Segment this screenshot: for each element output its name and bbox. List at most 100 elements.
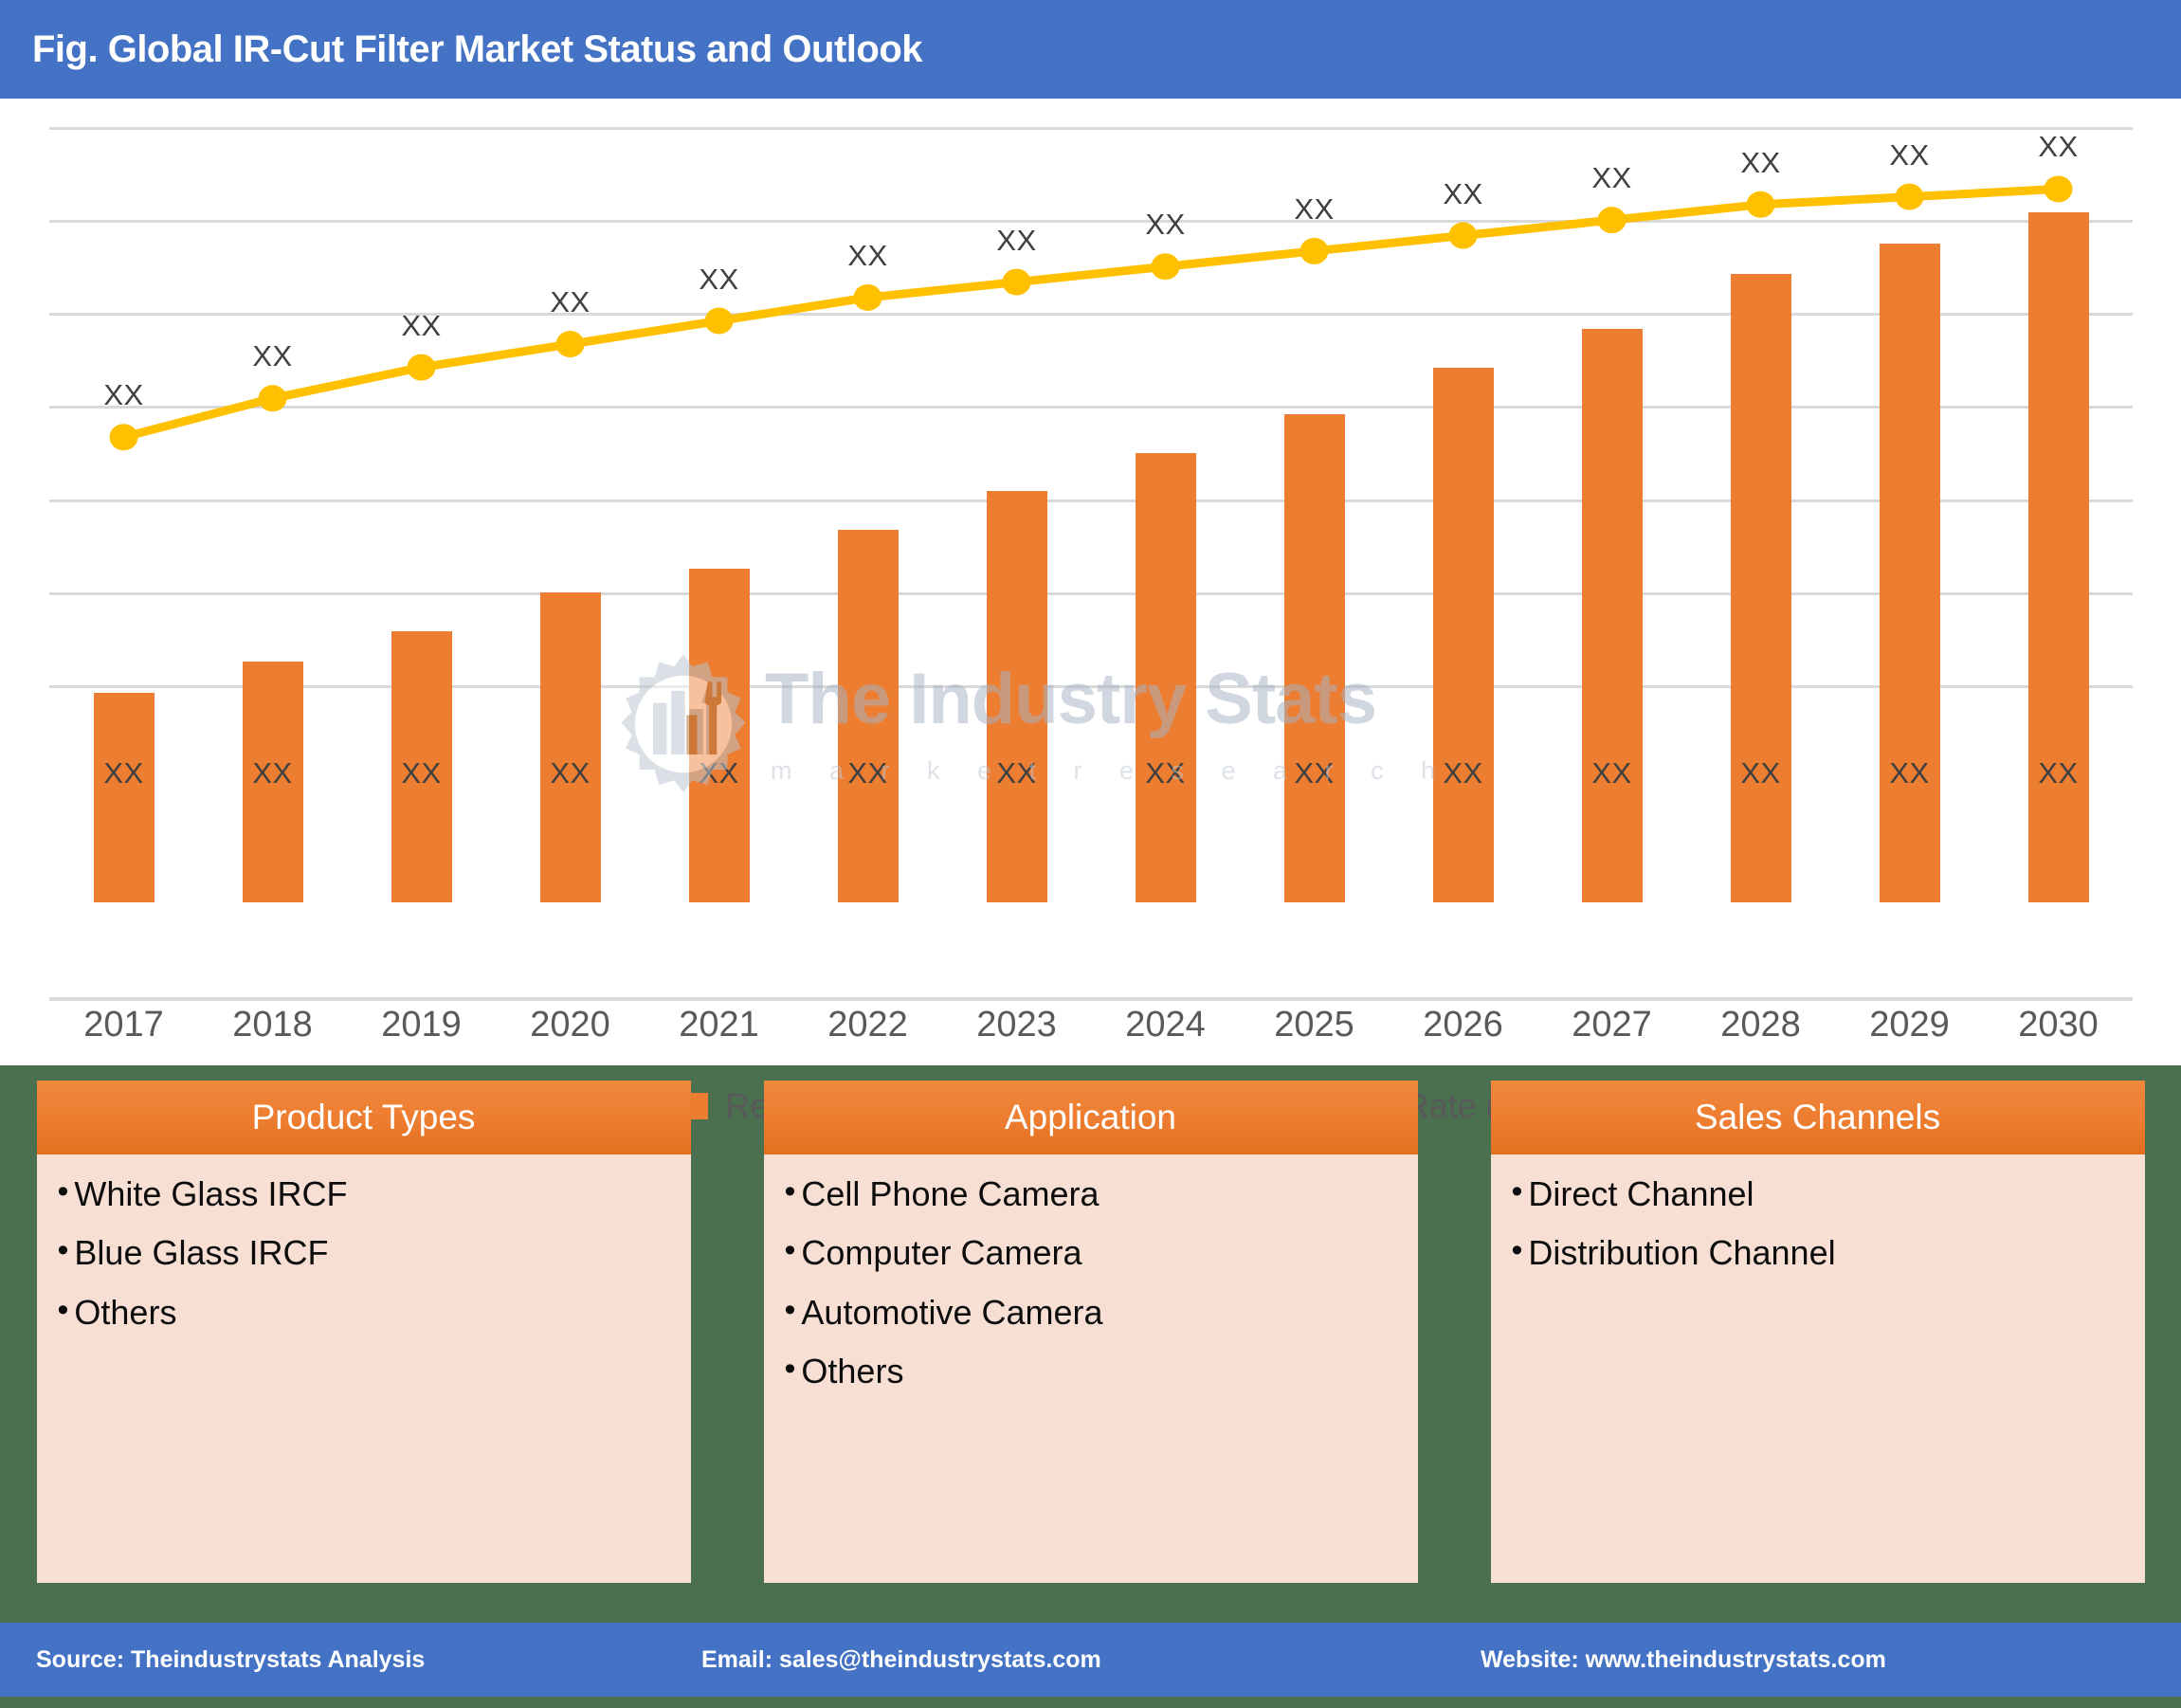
panel-sales-channels: Sales Channels • Direct Channel • Distributi… [1490,1081,2145,1583]
bar[interactable]: XX [1581,328,1643,902]
bar-slot: XX [1984,127,2133,902]
bar-value-label: XX [996,756,1037,790]
bar-value-label: XX [252,756,293,790]
list-item-label: Blue Glass IRCF [74,1233,329,1273]
bullet-icon: • [1511,1232,1523,1269]
x-axis-tick-label: 2020 [530,1005,610,1045]
title-bar: Fig. Global IR-Cut Filter Market Status … [0,0,2181,99]
panel-body: • Direct Channel • Distribution Channel [1491,1154,2145,1583]
bar-slot: XX [1091,127,1240,902]
bullet-icon: • [1511,1173,1523,1209]
page-title: Fig. Global IR-Cut Filter Market Status … [32,27,923,70]
bar[interactable]: XX [539,591,601,902]
bar-value-label: XX [1294,756,1335,790]
bar[interactable]: XX [1730,274,1791,902]
x-axis-labels: 2017 2018 2019 2020 2021 2022 2023 2024 2025 2026… [49,1005,2133,1067]
bar-slot: XX [1389,127,1537,902]
bar[interactable]: XX [1135,452,1196,902]
bar[interactable]: XX [93,693,154,902]
bar-value-label: XX [1443,756,1483,790]
x-axis-tick-label: 2024 [1125,1005,1206,1045]
bar[interactable]: XX [1283,413,1345,902]
bullet-icon: • [784,1173,796,1209]
bar-slot: XX [49,127,198,902]
x-axis-tick-label: 2019 [381,1005,462,1045]
bar-value-label: XX [1145,756,1186,790]
list-item-label: White Glass IRCF [74,1174,348,1213]
panel-wrapper: Sales Channels • Direct Channel • Distributi… [1454,1065,2181,1598]
x-axis-tick-label: 2018 [232,1005,313,1045]
list-item-label: Computer Camera [801,1233,1082,1273]
list-item: • Others [57,1291,674,1332]
list-item: • Others [785,1351,1401,1390]
footer-source: Source: Theindustrystats Analysis [36,1645,426,1673]
bar-slot: XX [347,127,496,902]
bar[interactable]: XX [837,530,899,902]
panel-wrapper: Application • Cell Phone Camera • Computer C… [727,1065,1454,1598]
x-axis-tick-label: 2021 [679,1005,759,1045]
bar-series-revenue: XX XX XX XX XX XX XX XX XX XX XX XX XX XX [49,127,2133,902]
category-panels: Product Types • White Glass IRCF • Blue Glas… [0,1065,2181,1598]
footer-website: Website: www.theindustrystats.com [1481,1645,1886,1673]
bar-value-label: XX [103,756,144,790]
bar-slot: XX [1537,127,1686,902]
bar[interactable]: XX [391,630,452,902]
list-item-label: Others [74,1292,177,1332]
x-axis-tick-label: 2026 [1423,1005,1503,1045]
bar-value-label: XX [550,756,591,790]
bar[interactable]: XX [242,662,303,902]
plot-container: XX XX XX XX XX XX XX XX XX XX XX XX XX XX [0,99,2181,1125]
bar-slot: XX [1240,127,1389,902]
bar-slot: XX [496,127,645,902]
list-item: • Cell Phone Camera [784,1173,1401,1213]
list-item: • Computer Camera [784,1232,1401,1273]
panel-header-label: Sales Channels [1694,1098,1941,1136]
x-axis-tick-label: 2023 [976,1005,1057,1045]
list-item-label: Distribution Channel [1528,1233,1836,1273]
bar-slot: XX [793,127,942,902]
bar-value-label: XX [1740,756,1781,790]
bar-value-label: XX [1889,756,1930,790]
panel-application: Application • Cell Phone Camera • Computer C… [763,1081,1418,1583]
panel-header: Sales Channels [1490,1081,2145,1154]
panel-body: • Cell Phone Camera • Computer Camera • Autom… [764,1154,1418,1583]
bar-slot: XX [645,127,793,902]
x-axis-tick-label: 2025 [1274,1005,1354,1045]
list-item-label: Cell Phone Camera [801,1174,1100,1213]
bar-value-label: XX [1591,756,1632,790]
bar[interactable]: XX [1879,243,1940,902]
bar-value-label: XX [401,756,442,790]
bar-slot: XX [198,127,347,902]
bar[interactable]: XX [986,491,1047,902]
bar[interactable]: XX [688,569,750,902]
bullet-icon: • [57,1291,69,1328]
footer-bar: Source: Theindustrystats Analysis Email:… [0,1623,2181,1697]
bar-value-label: XX [847,756,888,790]
bullet-icon: • [784,1291,796,1328]
panel-body: • White Glass IRCF • Blue Glass IRCF • Others [37,1154,691,1583]
list-item: • Direct Channel [1511,1173,2128,1213]
bar-value-label: XX [699,756,739,790]
chart-card: Fig. Global IR-Cut Filter Market Status … [0,0,2181,1125]
panel-header: Product Types [36,1081,691,1154]
bullet-icon: • [57,1173,69,1209]
list-item-label: Direct Channel [1528,1174,1754,1213]
bullet-icon: • [57,1232,69,1269]
list-item: • Distribution Channel [1511,1232,2128,1273]
bar-slot: XX [942,127,1091,902]
x-axis-tick-label: 2028 [1720,1005,1801,1045]
bullet-icon: • [784,1232,796,1269]
x-axis-tick-label: 2027 [1572,1005,1652,1045]
bar-value-label: XX [2038,756,2079,790]
plot-area: XX XX XX XX XX XX XX XX XX XX XX XX XX XX [49,127,2133,902]
bar[interactable]: XX [1432,367,1494,902]
x-axis-tick-label: 2017 [83,1005,164,1045]
bar[interactable]: XX [2027,211,2089,902]
footer-email: Email: sales@theindustrystats.com [701,1645,1101,1673]
x-axis-line [49,997,2133,1001]
x-axis-tick-label: 2022 [827,1005,908,1045]
list-item-label: Others [801,1351,904,1390]
list-item-label: Automotive Camera [801,1292,1103,1332]
bar-slot: XX [1835,127,1984,902]
x-axis-tick-label: 2029 [1869,1005,1950,1045]
